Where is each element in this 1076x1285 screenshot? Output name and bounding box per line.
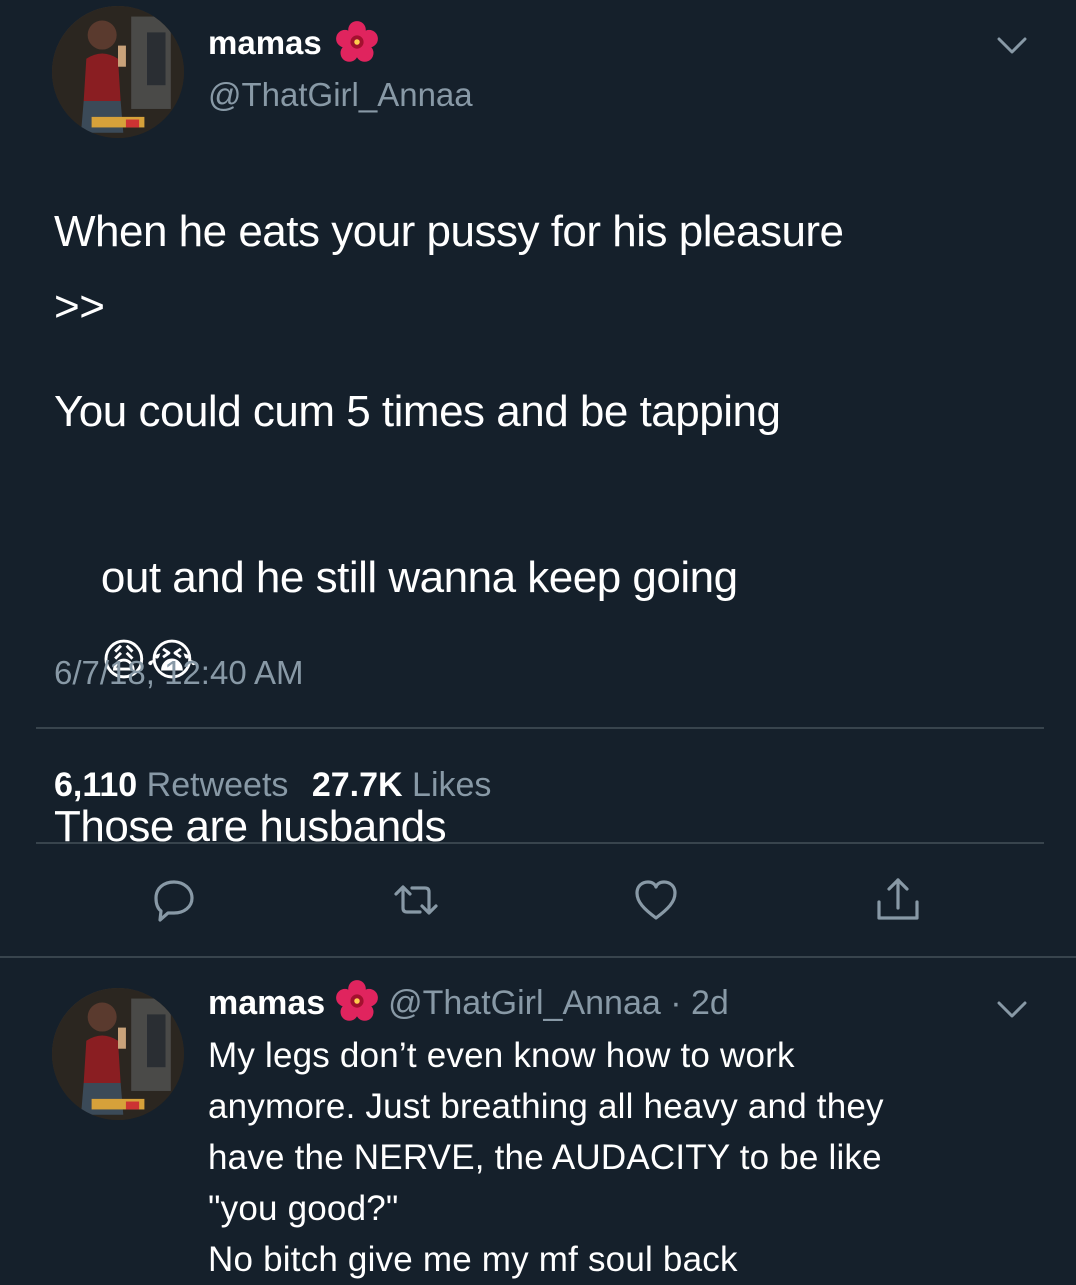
reply-text-line: "you good?"	[208, 1189, 399, 1228]
likes-stat[interactable]: 27.7K Likes	[312, 766, 492, 804]
avatar[interactable]	[52, 988, 184, 1120]
author-name-text: mamas	[208, 24, 322, 61]
retweet-icon[interactable]	[388, 872, 444, 928]
chevron-down-icon[interactable]	[996, 1000, 1028, 1020]
author-name[interactable]: mamas	[208, 21, 379, 64]
reply-header: mamas @ThatGirl_Annaa · 2d	[208, 980, 729, 1023]
reply-age[interactable]: 2d	[691, 984, 729, 1022]
tweet-text-line: out and he still wanna keep going 😩😭	[54, 453, 1044, 785]
avatar[interactable]	[52, 6, 184, 138]
reply-icon[interactable]	[146, 872, 202, 928]
chevron-down-icon[interactable]	[996, 36, 1028, 56]
reply-text-line: have the NERVE, the AUDACITY to be like	[208, 1138, 882, 1177]
author-handle[interactable]: @ThatGirl_Annaa	[208, 76, 473, 114]
engagement-stats: 6,110 Retweets 27.7K Likes	[54, 766, 491, 805]
tweet-text-line: >>	[54, 282, 105, 331]
retweets-label: Retweets	[146, 766, 289, 804]
hibiscus-icon	[335, 980, 378, 1021]
tweet-text-line: When he eats your pussy for his pleasure	[54, 207, 844, 256]
like-icon[interactable]	[628, 872, 684, 928]
likes-label: Likes	[412, 766, 492, 804]
reply-text-line: My legs don’t even know how to work	[208, 1036, 795, 1075]
reply-text-line: anymore. Just breathing all heavy and th…	[208, 1087, 884, 1126]
separator-dot: ·	[670, 984, 682, 1022]
tweet-text-line: You could cum 5 times and be tapping	[54, 387, 781, 436]
divider	[36, 842, 1044, 844]
likes-count: 27.7K	[311, 766, 403, 804]
tweet-text-segment: out and he still wanna keep going	[100, 553, 738, 602]
reply-text-line: No bitch give me my mf soul back	[208, 1240, 738, 1279]
retweets-stat[interactable]: 6,110 Retweets	[54, 766, 298, 804]
tweet-timestamp[interactable]: 6/7/18, 12:40 AM	[54, 654, 304, 692]
author-handle[interactable]: @ThatGirl_Annaa	[388, 984, 661, 1022]
hibiscus-icon	[336, 21, 378, 63]
share-icon[interactable]	[870, 872, 926, 928]
reply-body: My legs don’t even know how to work anym…	[208, 1030, 1048, 1285]
divider	[36, 727, 1044, 729]
retweets-count: 6,110	[54, 766, 138, 804]
divider	[0, 956, 1076, 958]
author-name[interactable]: mamas	[208, 984, 325, 1022]
